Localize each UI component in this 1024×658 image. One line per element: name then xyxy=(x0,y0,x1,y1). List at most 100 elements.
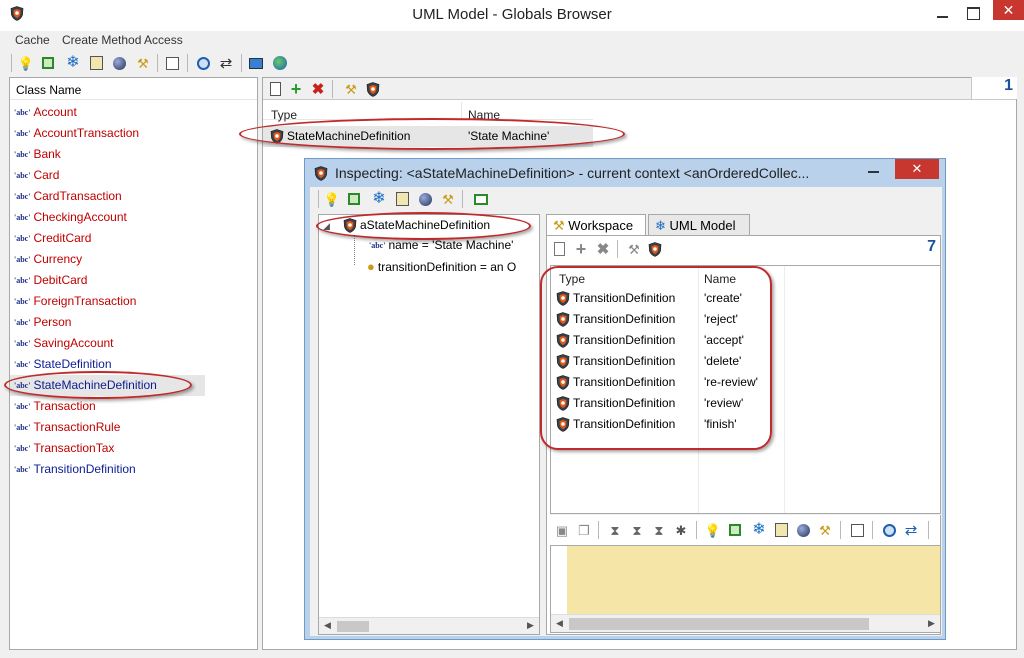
table-row[interactable]: StateMachineDefinition 'State Machine' xyxy=(263,126,593,147)
editor-horizontal-scrollbar[interactable]: ◀ ▶ xyxy=(551,614,940,632)
hourglass-inspect-icon[interactable]: ⧗ xyxy=(650,521,668,539)
lightbulb-icon[interactable]: 💡 xyxy=(704,521,722,539)
new-document-icon[interactable] xyxy=(266,80,284,98)
edit-icon[interactable] xyxy=(848,521,866,539)
delete-icon[interactable]: ✖ xyxy=(309,80,327,98)
hammer-icon[interactable]: ⚒ xyxy=(342,80,360,98)
add-icon[interactable]: + xyxy=(287,80,305,98)
menu-create-method-access[interactable]: Create Method Access xyxy=(62,33,183,47)
tree-root[interactable]: aStateMachineDefinition xyxy=(343,215,490,236)
green-square-icon[interactable] xyxy=(345,190,363,208)
class-list-item[interactable]: 'abc' AccountTransaction xyxy=(14,123,139,144)
class-list-item[interactable]: 'abc' TransitionDefinition xyxy=(14,459,136,480)
table-row[interactable]: TransitionDefinition xyxy=(556,414,675,435)
collection-icon: ● xyxy=(367,259,375,274)
abc-icon: 'abc' xyxy=(14,381,31,390)
lightbulb-icon[interactable]: 💡 xyxy=(17,54,35,72)
workspace-count: 7 xyxy=(927,238,936,255)
close-button[interactable]: ✕ xyxy=(993,0,1024,20)
tab-workspace[interactable]: ⚒ Workspace xyxy=(546,214,646,237)
search-globe-icon[interactable] xyxy=(880,521,898,539)
shield-icon[interactable] xyxy=(364,80,382,98)
class-list-item[interactable]: 'abc' Bank xyxy=(14,144,61,165)
search-globe-icon[interactable] xyxy=(194,54,212,72)
class-list-item[interactable]: 'abc' TransactionTax xyxy=(14,438,114,459)
snowflake-icon[interactable]: ❄ xyxy=(750,521,768,539)
class-name-label: Account xyxy=(33,105,77,119)
table-row[interactable]: TransitionDefinition xyxy=(556,330,675,351)
delete-icon[interactable]: ✖ xyxy=(594,240,612,258)
hourglass-run-icon[interactable]: ⧗ xyxy=(628,521,646,539)
shield-icon[interactable] xyxy=(646,240,664,258)
row-type: TransitionDefinition xyxy=(573,354,676,368)
new-document-icon[interactable] xyxy=(550,240,568,258)
type-column-header[interactable]: Type xyxy=(559,272,585,286)
class-list-item[interactable]: 'abc' ForeignTransaction xyxy=(14,291,136,312)
earth-icon[interactable] xyxy=(271,54,289,72)
collapse-icon[interactable]: ◢ xyxy=(323,221,330,232)
snowflake-icon[interactable]: ❄ xyxy=(370,190,388,208)
globe-icon[interactable] xyxy=(794,521,812,539)
row-type: TransitionDefinition xyxy=(573,396,676,410)
name-column-header[interactable]: Name xyxy=(704,272,736,286)
class-list-item[interactable]: 'abc' SavingAccount xyxy=(14,333,114,354)
tree-child-transitions[interactable]: ● transitionDefinition = an O xyxy=(367,256,516,277)
edit-icon[interactable] xyxy=(163,54,181,72)
hourglass-icon[interactable]: ⧗ xyxy=(606,521,624,539)
monitor-icon[interactable] xyxy=(247,54,265,72)
globe-icon[interactable] xyxy=(416,190,434,208)
globe-icon[interactable] xyxy=(110,54,128,72)
tab-uml-model[interactable]: ❄ UML Model xyxy=(648,214,750,236)
inspector-minimize-button[interactable] xyxy=(863,163,885,177)
class-list-item[interactable]: 'abc' Transaction xyxy=(14,396,96,417)
class-list-item[interactable]: 'abc' Currency xyxy=(14,249,82,270)
table-row[interactable]: TransitionDefinition xyxy=(556,393,675,414)
class-list-item[interactable]: 'abc' Card xyxy=(14,165,59,186)
inspector-toolbar: 💡 ❄ ⚒ xyxy=(310,187,942,211)
green-square-icon[interactable] xyxy=(726,521,744,539)
table-row[interactable]: TransitionDefinition xyxy=(556,372,675,393)
table-row[interactable]: TransitionDefinition xyxy=(556,351,675,372)
class-name-label: Currency xyxy=(33,252,83,266)
inspector-window: Inspecting: <aStateMachineDefinition> - … xyxy=(304,158,946,640)
tree-horizontal-scrollbar[interactable]: ◀ ▶ xyxy=(319,617,539,634)
class-list-item[interactable]: 'abc' StateDefinition xyxy=(14,354,112,375)
class-name-label: StateMachineDefinition xyxy=(33,378,157,392)
class-list-item[interactable]: 'abc' Person xyxy=(14,312,71,333)
maximize-button[interactable] xyxy=(963,4,983,22)
table-row[interactable]: TransitionDefinition xyxy=(556,309,675,330)
menu-cache[interactable]: Cache xyxy=(15,33,50,47)
class-list-item[interactable]: 'abc' CheckingAccount xyxy=(14,207,127,228)
script-icon[interactable] xyxy=(87,54,105,72)
script-icon[interactable] xyxy=(393,190,411,208)
lightbulb-icon[interactable]: 💡 xyxy=(323,190,341,208)
type-column-header[interactable]: Type xyxy=(271,108,297,122)
class-list-item[interactable]: 'abc' CreditCard xyxy=(14,228,91,249)
tree-child-name[interactable]: 'abc' name = 'State Machine' xyxy=(369,235,513,256)
refresh-icon[interactable]: ⇄ xyxy=(217,54,235,72)
workspace-code-editor[interactable]: ◀ ▶ xyxy=(550,545,941,633)
bug-icon[interactable]: ✱ xyxy=(672,521,690,539)
class-list-item[interactable]: 'abc' DebitCard xyxy=(14,270,87,291)
add-icon[interactable]: + xyxy=(572,240,590,258)
name-column-header[interactable]: Name xyxy=(468,108,500,122)
minimize-button[interactable] xyxy=(933,6,953,22)
hammer-icon[interactable]: ⚒ xyxy=(816,521,834,539)
snowflake-icon[interactable]: ❄ xyxy=(64,54,82,72)
hammer-icon[interactable]: ⚒ xyxy=(134,54,152,72)
hammer-icon[interactable]: ⚒ xyxy=(439,190,457,208)
inspector-close-button[interactable]: ✕ xyxy=(895,159,939,179)
hammer-icon[interactable]: ⚒ xyxy=(625,240,643,258)
class-list-item[interactable]: 'abc' TransactionRule xyxy=(14,417,120,438)
class-list-item[interactable]: 'abc' Account xyxy=(14,102,77,123)
script-icon[interactable] xyxy=(772,521,790,539)
class-list-item[interactable]: 'abc' CardTransaction xyxy=(14,186,122,207)
green-square-icon[interactable] xyxy=(39,54,57,72)
copy-icon[interactable]: ❐ xyxy=(575,521,593,539)
menu-bar: Cache Create Method Access xyxy=(0,31,1024,49)
table-row[interactable]: TransitionDefinition xyxy=(556,288,675,309)
refresh-icon[interactable]: ⇄ xyxy=(902,521,920,539)
window-icon[interactable] xyxy=(472,190,490,208)
class-list-item[interactable]: 'abc' StateMachineDefinition xyxy=(10,375,205,396)
save-icon[interactable]: ▣ xyxy=(553,521,571,539)
